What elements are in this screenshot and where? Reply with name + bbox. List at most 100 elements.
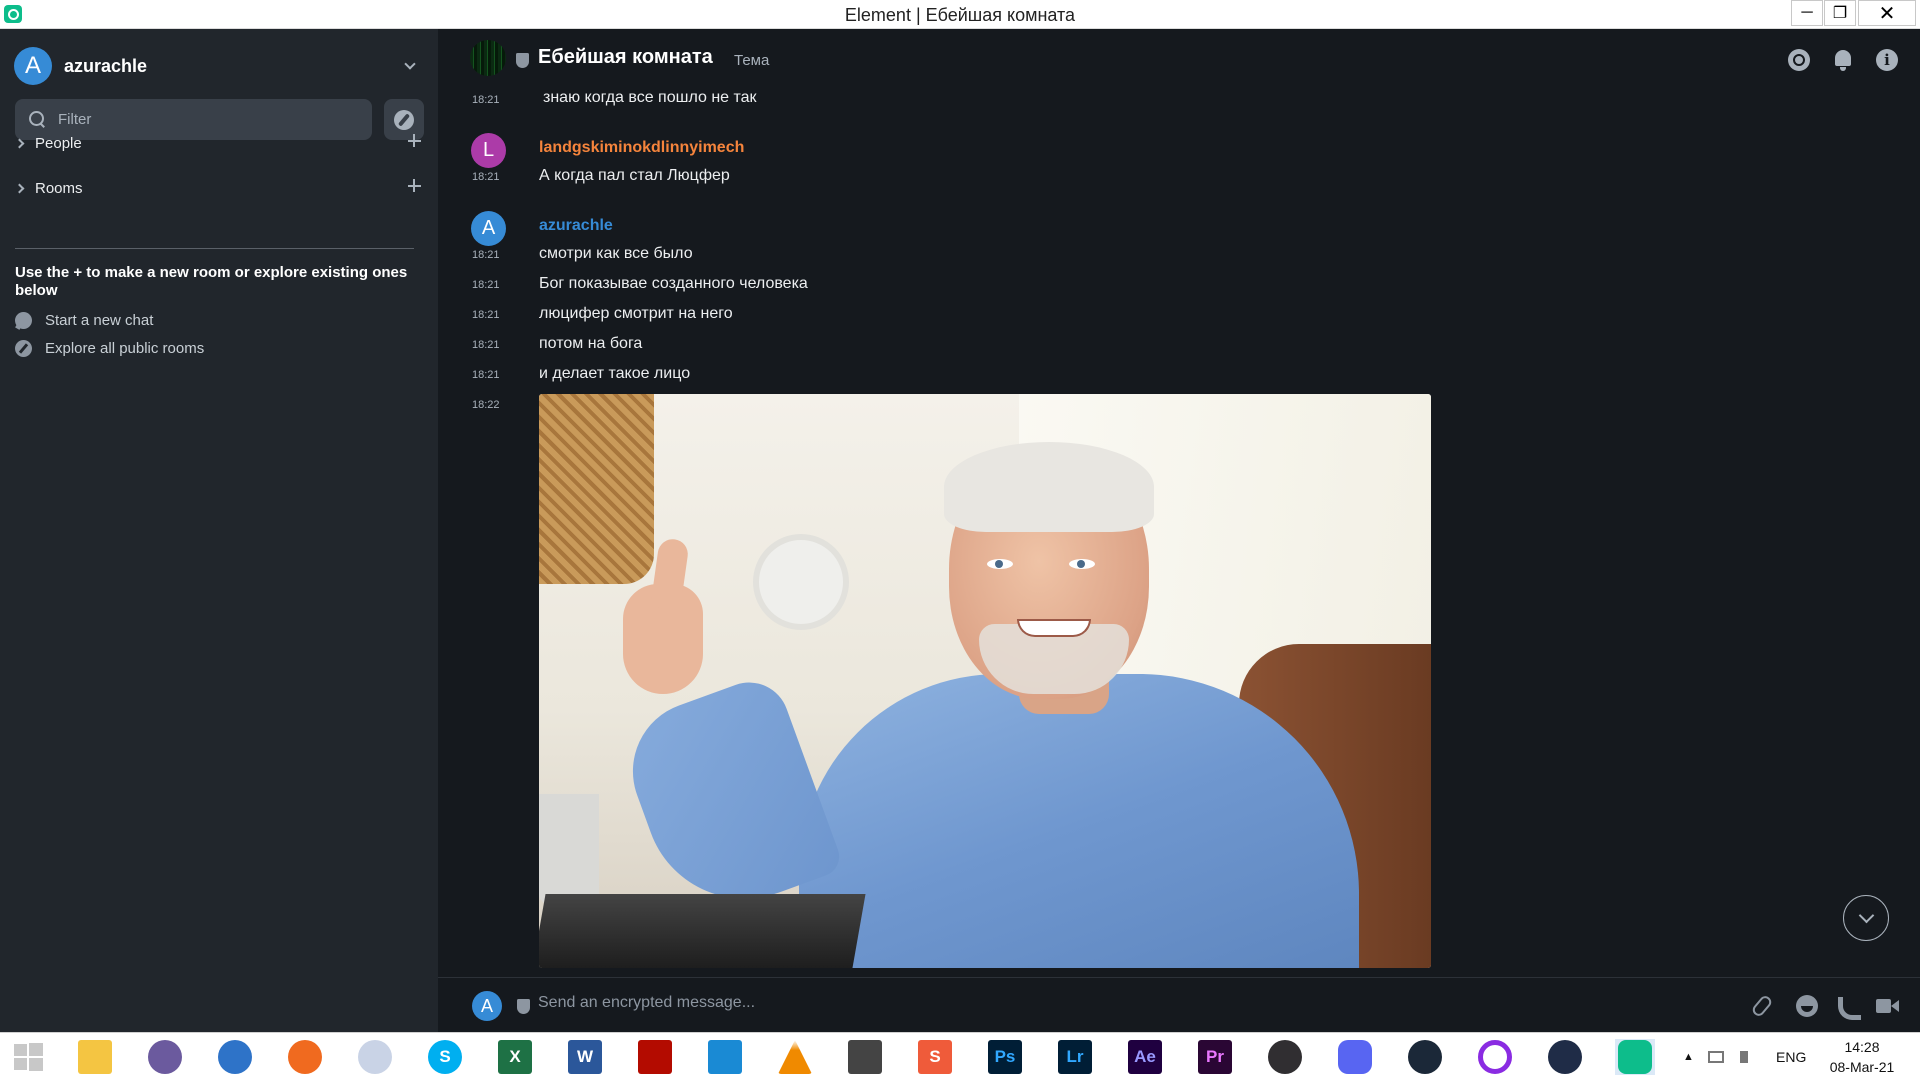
message-timestamp: 18:22 (472, 399, 500, 411)
start-button[interactable] (8, 1039, 48, 1075)
sender-avatar[interactable]: L (471, 133, 506, 168)
message-timestamp: 18:21 (472, 94, 500, 106)
message-body: Бог показывае созданного человека (539, 275, 808, 292)
message-timestamp: 18:21 (472, 369, 500, 381)
explore-public-rooms-link[interactable]: Explore all public rooms (15, 338, 415, 358)
message-timestamp: 18:21 (472, 171, 500, 183)
message-input[interactable] (538, 994, 1588, 1012)
message-timestamp: 18:21 (472, 249, 500, 261)
sender-avatar[interactable]: A (471, 211, 506, 246)
video-camera-icon[interactable] (1876, 995, 1899, 1017)
search-icon (29, 111, 46, 128)
obs-icon[interactable] (1265, 1039, 1305, 1075)
torrent-app-icon[interactable] (145, 1039, 185, 1075)
explore-public-rooms-label: Explore all public rooms (45, 339, 205, 357)
minimize-button[interactable]: ─ (1791, 0, 1823, 26)
add-room-button[interactable] (404, 176, 424, 196)
photo-eye-right (1069, 559, 1095, 569)
search-icon[interactable] (1788, 49, 1810, 71)
lightroom-icon[interactable]: Lr (1055, 1039, 1095, 1075)
steam-icon[interactable] (1405, 1039, 1445, 1075)
divider (15, 248, 414, 249)
after-effects-icon[interactable]: Ae (1125, 1039, 1165, 1075)
chevron-right-icon (14, 138, 25, 148)
room-avatar[interactable] (470, 40, 506, 76)
photoshop-icon[interactable]: Ps (985, 1039, 1025, 1075)
filter-input[interactable] (58, 111, 358, 128)
tray-expand-icon[interactable]: ▲ (1683, 1033, 1694, 1080)
room-view: Ебейшая комната Тема i 18:21 знаю когда … (438, 29, 1920, 1032)
excel-icon[interactable]: X (495, 1039, 535, 1075)
maximize-button[interactable]: ❐ (1824, 0, 1856, 26)
downloader-icon[interactable] (845, 1039, 885, 1075)
jump-to-bottom-button[interactable] (1843, 895, 1889, 941)
lightroom-glyph: Lr (1058, 1040, 1092, 1074)
clock-time: 14:28 (1844, 1039, 1880, 1055)
premiere-icon[interactable]: Pr (1195, 1039, 1235, 1075)
start-new-chat-link[interactable]: Start a new chat (15, 310, 415, 330)
firefox-icon[interactable] (285, 1039, 325, 1075)
section-people[interactable]: People (14, 131, 424, 155)
sublime-glyph: S (918, 1040, 952, 1074)
app-globe-icon[interactable] (355, 1039, 395, 1075)
vlc-icon[interactable] (775, 1039, 815, 1075)
compass-icon (394, 109, 414, 130)
compass-icon (15, 339, 32, 357)
close-button[interactable]: ✕ (1858, 0, 1916, 26)
photo-laptop (539, 894, 866, 968)
info-icon[interactable]: i (1876, 49, 1898, 71)
image-attachment[interactable] (539, 394, 1431, 968)
room-header: Ебейшая комната Тема i (438, 29, 1920, 89)
section-rooms-label: Rooms (35, 179, 83, 197)
sender-name[interactable]: azurachle (539, 217, 613, 235)
language-indicator[interactable]: ENG (1776, 1033, 1806, 1080)
room-topic[interactable]: Тема (734, 52, 769, 69)
photo-smile (1017, 619, 1091, 637)
add-people-button[interactable] (404, 131, 424, 151)
sublime-icon[interactable]: S (915, 1039, 955, 1075)
bell-icon[interactable] (1832, 49, 1854, 71)
message-body: знаю когда все пошло не так (543, 89, 757, 106)
user-name: azurachle (64, 55, 148, 76)
emoji-icon[interactable] (1796, 995, 1818, 1017)
discord-icon[interactable] (1335, 1039, 1375, 1075)
window-title: Element | Ебейшая комната (844, 5, 1076, 25)
photo-clock (753, 534, 849, 630)
vpn-lock-icon[interactable] (1545, 1039, 1585, 1075)
skype-icon[interactable]: S (425, 1039, 465, 1075)
sender-name[interactable]: landgskiminokdlinnyimech (539, 139, 744, 157)
skype-glyph: S (428, 1040, 462, 1074)
clock-date: 08-Mar-21 (1829, 1059, 1895, 1075)
message-body: А когда пал стал Люцфер (539, 167, 730, 184)
shield-icon (517, 999, 530, 1014)
message-composer: A (438, 977, 1920, 1032)
message-timestamp: 18:21 (472, 309, 500, 321)
vscode-icon[interactable] (705, 1039, 745, 1075)
circle-app-icon[interactable] (1475, 1039, 1515, 1075)
chat-bubble-icon (15, 311, 32, 329)
user-menu[interactable]: A azurachle (14, 46, 416, 86)
photo-hair (944, 442, 1154, 532)
paperclip-icon[interactable] (1750, 993, 1774, 1019)
window-titlebar: Element | Ебейшая комната ─ ❐ ✕ (0, 0, 1920, 29)
shield-icon (516, 53, 529, 68)
phone-icon[interactable] (1836, 995, 1861, 1020)
section-rooms[interactable]: Rooms (14, 176, 424, 200)
file-explorer-icon[interactable] (75, 1039, 115, 1075)
message-body: и делает такое лицо (539, 365, 691, 382)
element-taskbar-icon[interactable] (1615, 1039, 1655, 1075)
room-name[interactable]: Ебейшая комната (538, 46, 713, 69)
chevron-right-icon (14, 183, 25, 193)
acrobat-icon[interactable] (635, 1039, 675, 1075)
message-body: люцифер смотрит на него (539, 305, 733, 322)
network-icon[interactable] (1708, 1033, 1726, 1080)
word-glyph: W (568, 1040, 602, 1074)
volume-icon[interactable] (1740, 1033, 1758, 1080)
message-body: смотри как все было (539, 245, 693, 262)
chevron-down-icon[interactable] (404, 58, 416, 70)
browser-icon[interactable] (215, 1039, 255, 1075)
photo-mug (539, 794, 599, 904)
word-icon[interactable]: W (565, 1039, 605, 1075)
system-clock[interactable]: 14:28 08-Mar-21 (1812, 1037, 1912, 1077)
photo-eye-left (987, 559, 1013, 569)
